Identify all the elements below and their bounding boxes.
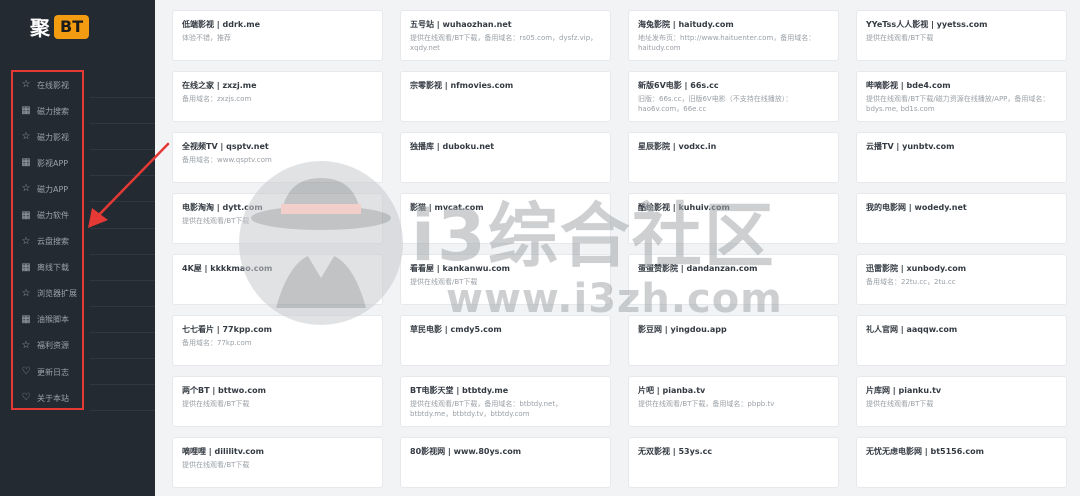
site-card[interactable]: 宗零影视 | nfmovies.com [400,71,611,122]
site-title[interactable]: 嘀哩哩 | dililitv.com [182,446,374,457]
site-description: 提供在线观看/BT下载 [182,461,250,469]
site-description: 提供在线观看/BT下载，备用域名：rs05.com，dysfz.vip，xqdy… [410,34,598,53]
site-card[interactable]: 蛋蛋赞影院 | dandanzan.com [628,254,839,305]
site-description: 提供在线观看/BT下载 [866,34,934,42]
site-description: 提供在线观看/BT下载 [182,400,250,408]
site-title[interactable]: YYeTss人人影视 | yyetss.com [866,19,1058,30]
site-title[interactable]: 星辰影院 | vodxc.in [638,141,830,152]
site-card[interactable]: 无双影视 | 53ys.cc [628,437,839,488]
site-card[interactable]: 五号站 | wuhaozhan.net 提供在线观看/BT下载，备用域名：rs05… [400,10,611,61]
site-title[interactable]: 80影视网 | www.80ys.com [410,446,602,457]
site-logo[interactable]: 聚 BT [30,12,90,41]
site-title[interactable]: 无忧无虑电影网 | bt5156.com [866,446,1058,457]
site-title[interactable]: 酷绘影视 | kuhuiv.com [638,202,830,213]
site-description: 地址发布页：http://www.haituenter.com，备用域名：hai… [638,34,816,53]
site-card[interactable]: 酷绘影视 | kuhuiv.com [628,193,839,244]
site-description: 体验不错，推荐 [182,34,231,42]
site-card[interactable]: 云播TV | yunbtv.com [856,132,1067,183]
site-title[interactable]: 在线之家 | zxzj.me [182,80,374,91]
site-card[interactable]: 嘀哩哩 | dililitv.com 提供在线观看/BT下载 [172,437,383,488]
site-card[interactable]: 影猫 | mvcat.com [400,193,611,244]
site-description: 备用域名：22tu.cc，2tu.cc [866,278,956,286]
site-card[interactable]: 新版6V电影 | 66s.cc 旧版：66s.cc，旧版6V电影（不支持在线播放）… [628,71,839,122]
site-card[interactable]: 全视频TV | qsptv.net 备用域名：www.qsptv.com [172,132,383,183]
site-description: 备用域名：77kp.com [182,339,252,347]
site-title[interactable]: 云播TV | yunbtv.com [866,141,1058,152]
site-card[interactable]: 草民电影 | cmdy5.com [400,315,611,366]
site-card[interactable]: 我的电影网 | wodedy.net [856,193,1067,244]
site-card[interactable]: 电影淘淘 | dytt.com 提供在线观看/BT下载 [172,193,383,244]
site-card[interactable]: 片吧 | pianba.tv 提供在线观看/BT下载，备用域名：pbpb.tv [628,376,839,427]
site-card[interactable]: 星辰影院 | vodxc.in [628,132,839,183]
site-title[interactable]: 电影淘淘 | dytt.com [182,202,374,213]
site-description: 提供在线观看/BT下载，备用域名：pbpb.tv [638,400,775,408]
site-card[interactable]: 低端影视 | ddrk.me 体验不错，推荐 [172,10,383,61]
site-title[interactable]: 七七看片 | 77kpp.com [182,324,374,335]
site-card[interactable]: 海兔影院 | haitudy.com 地址发布页：http://www.haitu… [628,10,839,61]
site-card[interactable]: YYeTss人人影视 | yyetss.com 提供在线观看/BT下载 [856,10,1067,61]
site-title[interactable]: 看看屋 | kankanwu.com [410,263,602,274]
watermark: i3综合社区 www.i3zh.com [236,158,916,338]
site-title[interactable]: 影豆网 | yingdou.app [638,324,830,335]
sidebar: 聚 BT ☆ 在线影视 ▦ 磁力搜索 ☆ 磁力影视 ▦ 影视APP ☆ 磁力APP ▦ 磁力软件 ☆ 云盘… [0,0,155,496]
site-card[interactable]: 礼人官网 | aaqqw.com [856,315,1067,366]
logo-badge: BT [54,14,90,39]
site-description: 提供在线观看/BT下载，备用域名：btbtdy.net，btbtdy.me，bt… [410,400,563,419]
site-title[interactable]: 海兔影院 | haitudy.com [638,19,830,30]
site-title[interactable]: 片库网 | pianku.tv [866,385,1058,396]
site-description: 旧版：66s.cc，旧版6V电影（不支持在线播放）：hao6v.com，66e.… [638,95,793,114]
site-title[interactable]: 低端影视 | ddrk.me [182,19,374,30]
site-title[interactable]: 哔嘀影视 | bde4.com [866,80,1058,91]
site-card[interactable]: 独播库 | duboku.net [400,132,611,183]
site-card[interactable]: 无忧无虑电影网 | bt5156.com [856,437,1067,488]
site-title[interactable]: 无双影视 | 53ys.cc [638,446,830,457]
site-card[interactable]: 片库网 | pianku.tv 提供在线观看/BT下载 [856,376,1067,427]
site-card[interactable]: 七七看片 | 77kpp.com 备用域名：77kp.com [172,315,383,366]
annotation-arrow [88,142,170,228]
site-card[interactable]: 80影视网 | www.80ys.com [400,437,611,488]
site-title[interactable]: 草民电影 | cmdy5.com [410,324,602,335]
site-description: 提供在线观看/BT下载 [410,278,478,286]
site-title[interactable]: 礼人官网 | aaqqw.com [866,324,1058,335]
site-title[interactable]: 宗零影视 | nfmovies.com [410,80,602,91]
site-card[interactable]: 影豆网 | yingdou.app [628,315,839,366]
site-description: 提供在线观看/BT下载 [866,400,934,408]
logo-text: 聚 [30,16,50,40]
site-card[interactable]: 4K屋 | kkkkmao.com [172,254,383,305]
site-card[interactable]: 两个BT | bttwo.com 提供在线观看/BT下载 [172,376,383,427]
site-card[interactable]: BT电影天堂 | btbtdy.me 提供在线观看/BT下载，备用域名：btbtd… [400,376,611,427]
site-description: 备用域名：zxzjs.com [182,95,252,103]
site-description: 提供在线观看/BT下载/磁力资源在线播放/APP，备用域名：bdys.me, b… [866,95,1050,114]
site-title[interactable]: 新版6V电影 | 66s.cc [638,80,830,91]
site-title[interactable]: BT电影天堂 | btbtdy.me [410,385,602,396]
site-card[interactable]: 迅雷影院 | xunbody.com 备用域名：22tu.cc，2tu.cc [856,254,1067,305]
site-title[interactable]: 五号站 | wuhaozhan.net [410,19,602,30]
site-title[interactable]: 片吧 | pianba.tv [638,385,830,396]
highlight-box [11,70,84,410]
site-description: 提供在线观看/BT下载 [182,217,250,225]
site-card[interactable]: 哔嘀影视 | bde4.com 提供在线观看/BT下载/磁力资源在线播放/APP，… [856,71,1067,122]
site-card[interactable]: 看看屋 | kankanwu.com 提供在线观看/BT下载 [400,254,611,305]
site-card[interactable]: 在线之家 | zxzj.me 备用域名：zxzjs.com [172,71,383,122]
site-title[interactable]: 4K屋 | kkkkmao.com [182,263,374,274]
site-description: 备用域名：www.qsptv.com [182,156,272,164]
site-title[interactable]: 全视频TV | qsptv.net [182,141,374,152]
site-title[interactable]: 独播库 | duboku.net [410,141,602,152]
site-title[interactable]: 两个BT | bttwo.com [182,385,374,396]
site-title[interactable]: 我的电影网 | wodedy.net [866,202,1058,213]
site-title[interactable]: 影猫 | mvcat.com [410,202,602,213]
site-title[interactable]: 迅雷影院 | xunbody.com [866,263,1058,274]
site-title[interactable]: 蛋蛋赞影院 | dandanzan.com [638,263,830,274]
